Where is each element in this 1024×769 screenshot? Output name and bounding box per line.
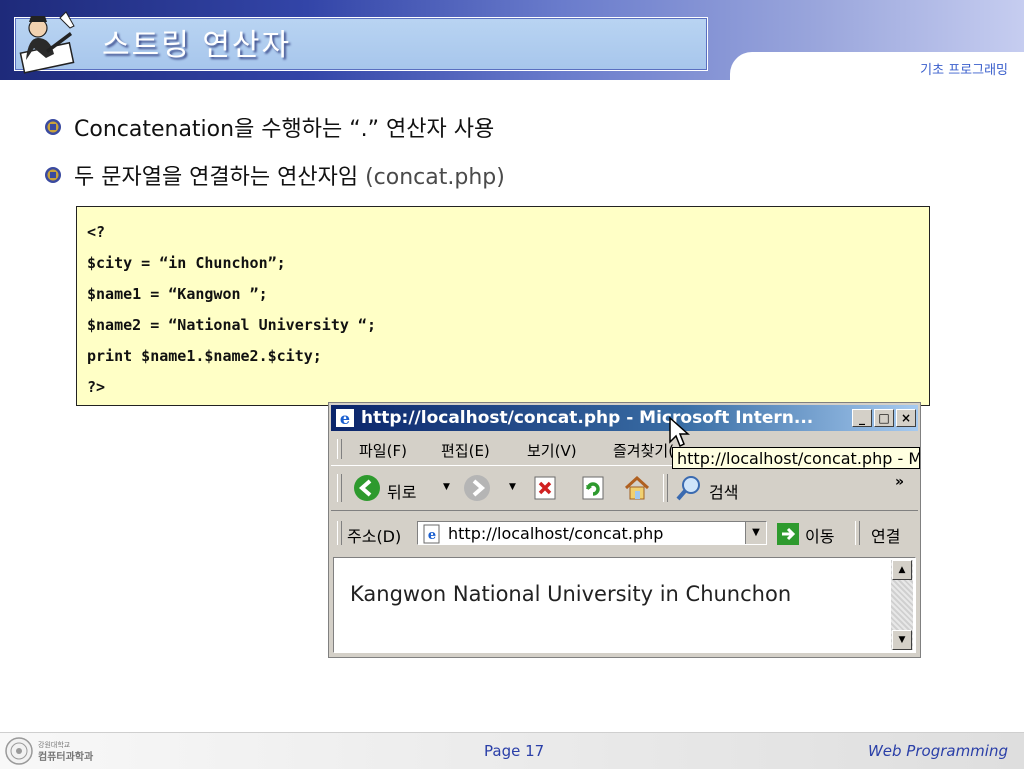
browser-window: e http://localhost/concat.php - Microsof… (328, 402, 921, 658)
bullet-text: 두 문자열을 연결하는 연산자임 (concat.php) (74, 159, 505, 191)
file-name: (concat.php) (365, 165, 505, 190)
toolbar-grip[interactable] (337, 439, 342, 459)
address-bar: 주소(D) e http://localhost/concat.php ▼ 이동… (331, 515, 918, 551)
course-label: 기초 프로그래밍 (920, 63, 1008, 78)
maximize-button[interactable]: □ (874, 409, 894, 427)
ie-logo-icon: e (336, 409, 354, 428)
address-label: 주소(D) (347, 527, 402, 546)
code-line: print $name1.$name2.$city; (87, 347, 322, 365)
minimize-button[interactable]: _ (852, 409, 872, 427)
search-icon[interactable] (675, 474, 703, 502)
logo-text-line1: 강원대학교 (38, 740, 71, 749)
address-input[interactable]: e http://localhost/concat.php ▼ (417, 521, 767, 545)
bullet-item: Concatenation을 수행하는 “.” 연산자 사용 (44, 112, 494, 142)
toolbar-separator (855, 521, 860, 545)
forward-dropdown-icon[interactable]: ▼ (509, 482, 516, 492)
svg-text:e: e (340, 409, 350, 428)
menu-view[interactable]: 보기(V) (527, 440, 577, 461)
mouse-cursor-icon (669, 416, 690, 448)
university-logo-icon: 강원대학교 컴퓨터과학과 (5, 737, 94, 765)
scroll-up-button[interactable]: ▲ (892, 560, 912, 580)
page-title: 스트링 연산자 (102, 28, 292, 63)
bullet-item: 두 문자열을 연결하는 연산자임 (concat.php) (44, 160, 505, 190)
code-line: ?> (87, 378, 106, 396)
page-icon: e (423, 524, 440, 544)
slide-header: 스트링 연산자 기초 프로그래밍 (0, 0, 1024, 82)
search-button-label[interactable]: 검색 (709, 479, 738, 503)
toolbar-grip[interactable] (337, 521, 342, 545)
footer-course: Web Programming (867, 742, 1008, 760)
home-icon[interactable] (623, 474, 651, 502)
close-button[interactable]: × (896, 409, 916, 427)
menu-favorites[interactable]: 즐겨찾기(A) (613, 440, 673, 461)
bullet-text-main: 두 문자열을 연결하는 연산자임 (74, 165, 366, 190)
toolbar-overflow-icon[interactable]: » (895, 474, 904, 490)
page-content: Kangwon National University in Chunchon … (333, 557, 916, 653)
page-number: Page 17 (484, 742, 545, 760)
bullet-icon (45, 119, 61, 135)
toolbar-grip[interactable] (337, 474, 342, 502)
address-value: http://localhost/concat.php (448, 524, 664, 543)
scroll-down-button[interactable]: ▼ (892, 630, 912, 650)
code-line: $city = “in Chunchon”; (87, 254, 286, 272)
vertical-scrollbar[interactable]: ▲ ▼ (891, 560, 913, 650)
code-line: $name2 = “National University “; (87, 316, 376, 334)
standard-toolbar: 뒤로 ▼ ▼ 검색 » (331, 465, 918, 511)
bullet-icon (45, 167, 61, 183)
logo-text-line2: 컴퓨터과학과 (38, 750, 94, 763)
window-titlebar[interactable]: e http://localhost/concat.php - Microsof… (331, 405, 918, 431)
address-tooltip: http://localhost/concat.php - Microsoft … (672, 447, 920, 469)
go-arrow-icon[interactable] (777, 523, 799, 545)
back-button-label[interactable]: 뒤로 (387, 479, 416, 503)
back-dropdown-icon[interactable]: ▼ (443, 482, 450, 492)
window-title: http://localhost/concat.php - Microsoft … (361, 408, 814, 428)
address-dropdown-icon[interactable]: ▼ (745, 522, 766, 544)
refresh-icon[interactable] (579, 474, 607, 502)
menu-file[interactable]: 파일(F) (359, 440, 407, 461)
forward-arrow-icon[interactable] (463, 474, 491, 502)
links-button[interactable]: 연결 (871, 523, 900, 547)
menu-edit[interactable]: 편집(E) (441, 440, 490, 461)
code-line: <? (87, 223, 106, 241)
back-arrow-icon[interactable] (353, 474, 381, 502)
svg-text:e: e (428, 528, 436, 543)
writer-figure-icon (19, 11, 75, 74)
output-text: Kangwon National University in Chunchon (350, 582, 792, 606)
stop-icon[interactable] (531, 474, 559, 502)
toolbar-separator (663, 474, 668, 502)
code-line: $name1 = “Kangwon ”; (87, 285, 268, 303)
bullet-text: Concatenation을 수행하는 “.” 연산자 사용 (74, 117, 495, 142)
go-button-label[interactable]: 이동 (805, 523, 834, 547)
code-block: <? $city = “in Chunchon”; $name1 = “Kang… (76, 206, 930, 406)
slide-footer: 강원대학교 컴퓨터과학과 Page 17 Web Programming (0, 732, 1024, 769)
